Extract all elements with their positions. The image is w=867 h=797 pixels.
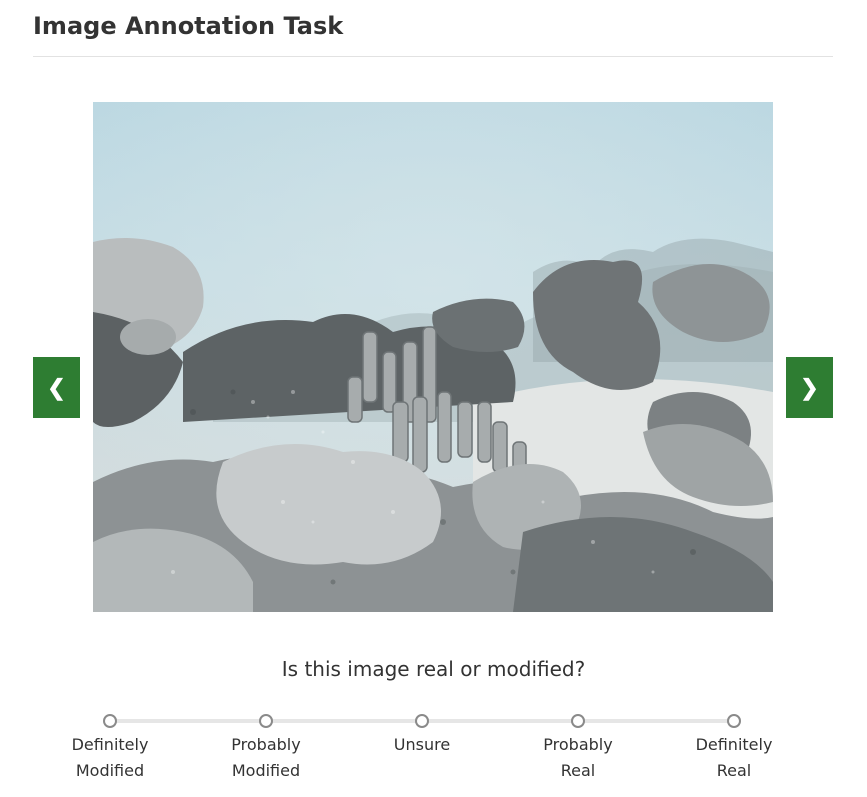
option-probably-real[interactable]: Probably Real (518, 712, 638, 784)
previous-image-button[interactable]: ❮ (33, 357, 80, 418)
title-divider (33, 56, 833, 57)
option-label-line1: Probably (231, 735, 301, 754)
radio-icon[interactable] (571, 714, 585, 728)
coral-reef-photo (93, 102, 773, 612)
option-label-line2: Modified (231, 761, 301, 780)
option-label-line1: Unsure (393, 735, 451, 754)
annotation-image (93, 102, 773, 612)
option-label-line1: Definitely (71, 735, 149, 754)
radio-icon[interactable] (259, 714, 273, 728)
option-label-line1: Definitely (695, 735, 773, 754)
radio-icon[interactable] (415, 714, 429, 728)
next-image-button[interactable]: ❯ (786, 357, 833, 418)
page-title: Image Annotation Task (33, 12, 344, 40)
chevron-left-icon: ❮ (47, 374, 66, 400)
option-unsure[interactable]: Unsure (362, 712, 482, 758)
option-probably-modified[interactable]: Probably Modified (206, 712, 326, 784)
option-label-line2: Modified (75, 761, 145, 780)
rating-scale: Definitely Modified Probably Modified Un… (0, 712, 867, 792)
chevron-right-icon: ❯ (800, 374, 819, 400)
option-label-line2: Real (560, 761, 596, 780)
option-definitely-real[interactable]: Definitely Real (674, 712, 794, 784)
option-definitely-modified[interactable]: Definitely Modified (50, 712, 170, 784)
radio-icon[interactable] (727, 714, 741, 728)
option-label-line2: Real (716, 761, 752, 780)
radio-icon[interactable] (103, 714, 117, 728)
question-prompt: Is this image real or modified? (281, 657, 586, 681)
option-label-line1: Probably (543, 735, 613, 754)
